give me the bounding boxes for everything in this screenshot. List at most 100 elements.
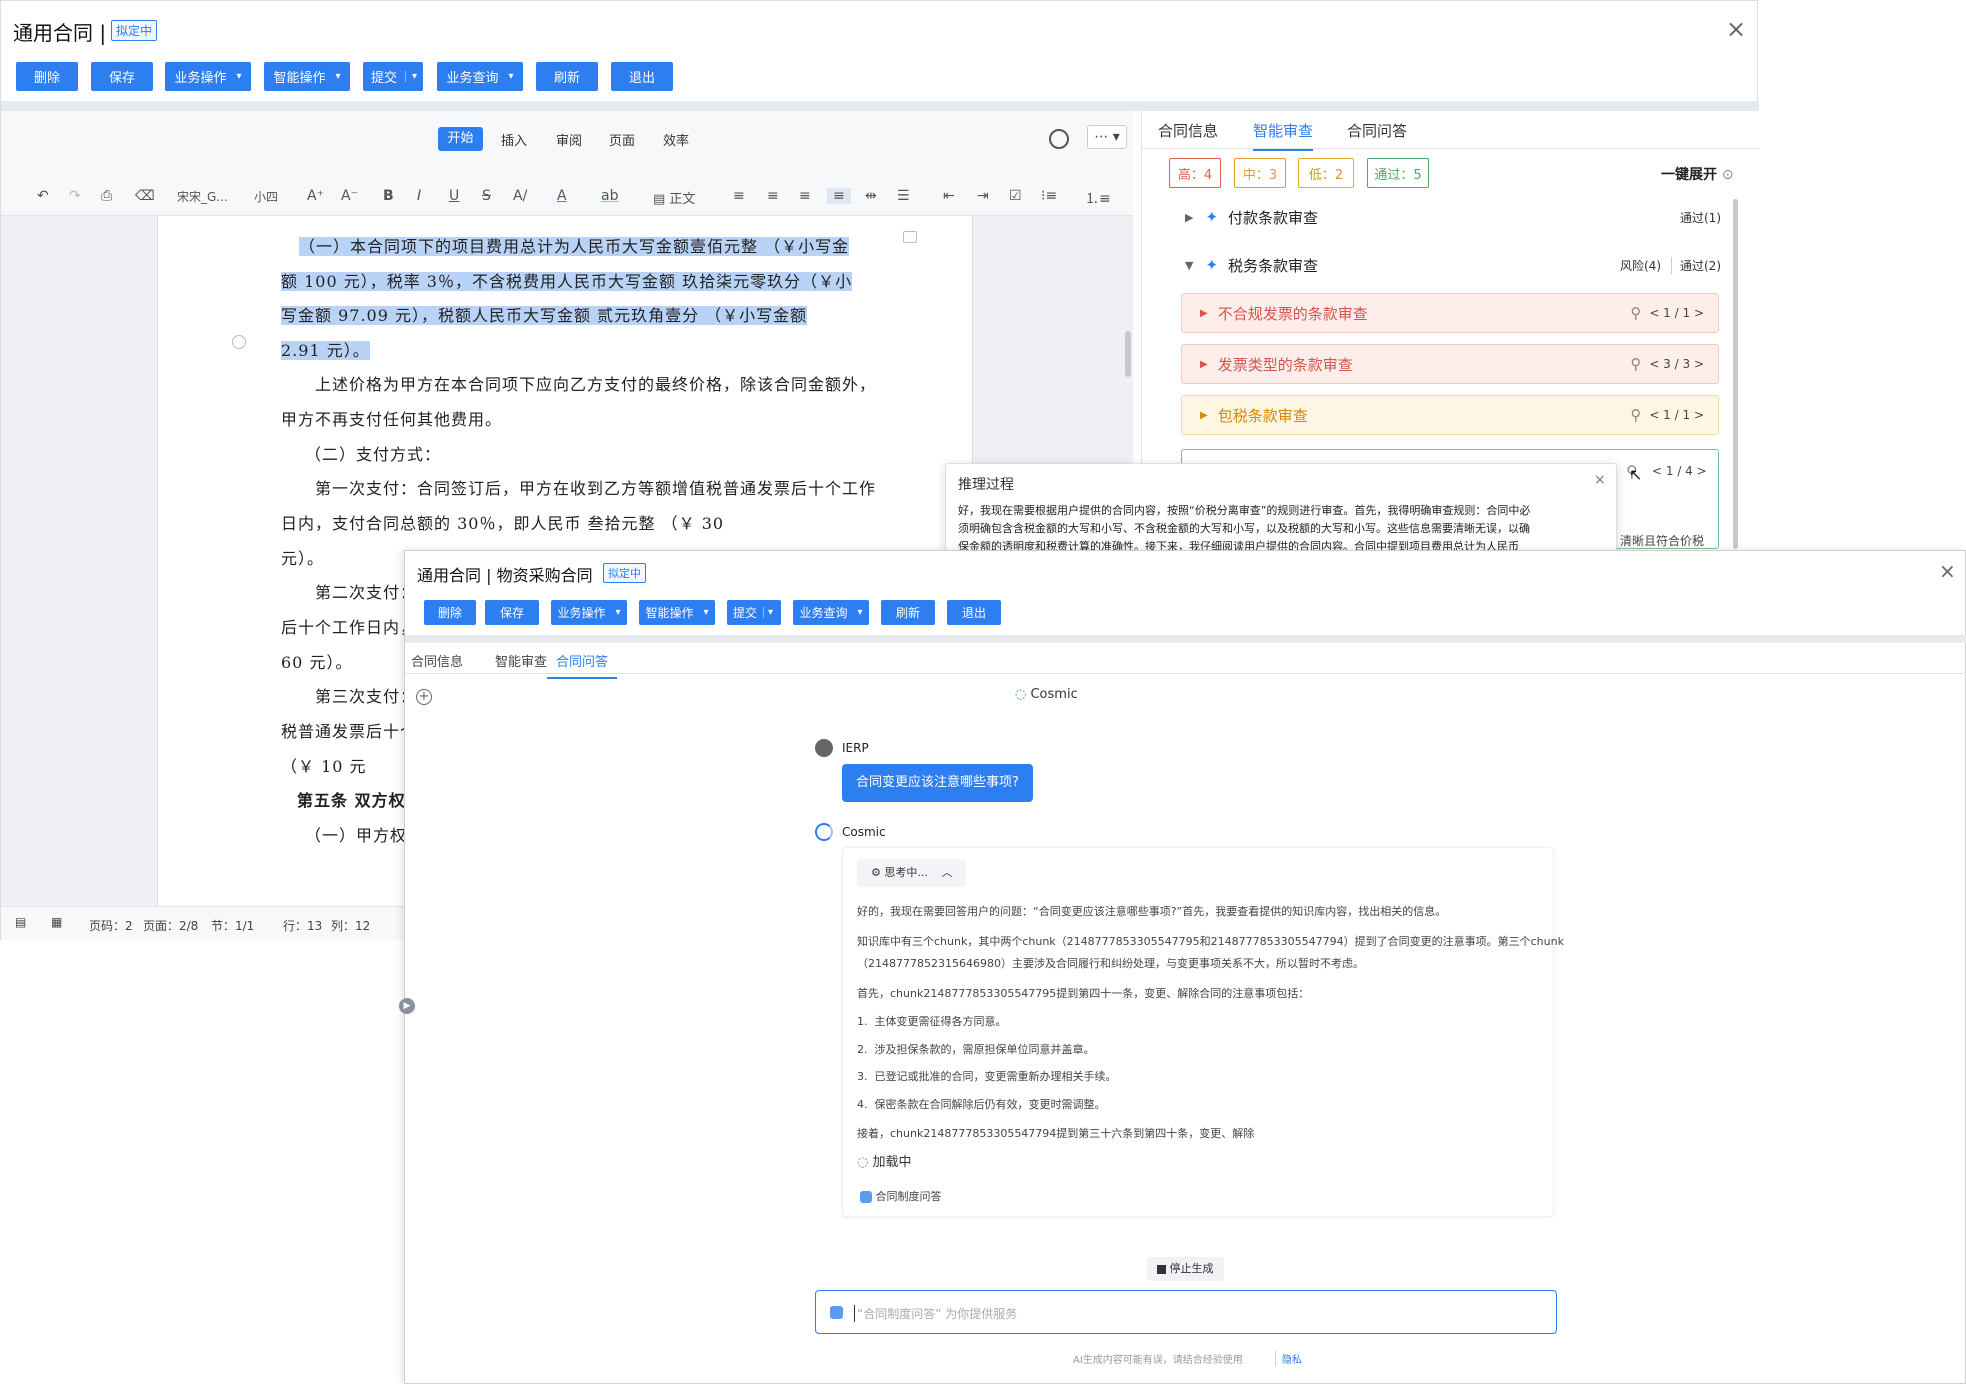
review-row-noncompliant-invoice[interactable]: ▶ 不合规发票的条款审查 ⚲ < 1 / 1 > — [1181, 293, 1719, 333]
delete-button[interactable]: 删除 — [16, 62, 78, 91]
business-ops-button[interactable]: 业务操作 ▾ — [551, 600, 627, 625]
refresh-button[interactable]: 刷新 — [536, 62, 598, 91]
shrink-font-icon[interactable]: A⁻ — [341, 188, 358, 204]
exit-button[interactable]: 退出 — [947, 600, 1001, 625]
tab-start[interactable]: 开始 — [438, 127, 483, 151]
row-count[interactable]: < 1 / 1 > — [1649, 306, 1704, 320]
ai-assistant-icon[interactable] — [1049, 129, 1069, 149]
tab-contract-qa[interactable]: 合同问答 — [1347, 120, 1407, 141]
submit-button[interactable]: 提交 ▾ — [363, 62, 423, 91]
status-badge: 拟定中 — [111, 20, 158, 41]
grow-font-icon[interactable]: A⁺ — [307, 188, 324, 204]
stop-generate-button[interactable]: 停止生成 — [1147, 1257, 1224, 1281]
undo-icon[interactable]: ↶ — [37, 188, 49, 204]
row-count[interactable]: < 1 / 1 > — [1649, 408, 1704, 422]
collapse-circle-icon[interactable] — [232, 335, 246, 349]
eraser-icon[interactable]: ⌫ — [135, 188, 155, 204]
row-count[interactable]: < 1 / 4 > — [1652, 464, 1707, 478]
outline-view-icon[interactable]: ▦ — [51, 915, 62, 929]
chat-input[interactable]: “合同制度问答” 为你提供服务 — [815, 1290, 1557, 1334]
align-left-icon[interactable]: ≡ — [733, 188, 745, 204]
save-button[interactable]: 保存 — [485, 600, 539, 625]
tab-insert[interactable]: 插入 — [501, 130, 527, 149]
business-ops-button[interactable]: 业务操作 ▾ — [165, 62, 251, 91]
close-icon[interactable]: × — [1939, 559, 1956, 583]
chevron-circle-icon: ⊙ — [1721, 167, 1734, 183]
tab-efficiency[interactable]: 效率 — [663, 130, 689, 149]
review-row-invoice-type[interactable]: ▶ 发票类型的条款审查 ⚲ < 3 / 3 > — [1181, 344, 1719, 384]
format-painter-icon[interactable]: ⎙ — [101, 188, 112, 204]
bulb-icon[interactable]: ⚲ — [1630, 304, 1641, 322]
chip-pass[interactable]: 通过：5 — [1367, 158, 1429, 188]
justify-icon[interactable]: ≡ — [827, 188, 851, 204]
exit-button[interactable]: 退出 — [611, 62, 673, 91]
delete-button[interactable]: 删除 — [424, 600, 476, 625]
font-size-select[interactable]: 小四 — [254, 188, 278, 205]
tab-page[interactable]: 页面 — [609, 130, 635, 149]
more-icon[interactable]: ⋯ ▾ — [1087, 125, 1127, 149]
doc-scrollbar[interactable] — [1125, 331, 1131, 377]
bulb-icon[interactable]: ⚲ — [1630, 355, 1641, 373]
answer-list-item: 3. 已登记或批准的合同，变更需重新办理相关手续。 — [857, 1070, 1117, 1083]
highlight-icon[interactable]: ab — [601, 188, 618, 204]
bulb-icon[interactable]: ⚲ — [1630, 406, 1641, 424]
row-count[interactable]: < 3 / 3 > — [1649, 357, 1704, 371]
underline-icon[interactable]: U — [449, 188, 459, 204]
popup-close-icon[interactable]: × — [1594, 472, 1606, 488]
review-group-payment[interactable]: ▶ ✦ 付款条款审查 通过(1) — [1169, 199, 1729, 235]
review-row-tax-inclusive[interactable]: ▶ 包税条款审查 ⚲ < 1 / 1 > — [1181, 395, 1719, 435]
font-color-icon[interactable]: A — [557, 188, 567, 204]
status-pages: 页面：2/8 — [143, 919, 199, 933]
checkbox-icon[interactable]: ☑ — [1009, 188, 1022, 204]
save-button[interactable]: 保存 — [91, 62, 153, 91]
status-col: 列：12 — [331, 919, 371, 933]
business-query-button[interactable]: 业务查询 ▾ — [437, 62, 523, 91]
bullet-list-icon[interactable]: ⁝≡ — [1041, 188, 1057, 204]
chip-mid[interactable]: 中：3 — [1234, 158, 1286, 188]
expand-side-icon[interactable]: ▶ — [399, 998, 415, 1014]
new-chat-icon[interactable]: + — [416, 689, 432, 705]
close-icon[interactable]: × — [1726, 15, 1746, 43]
page-view-icon[interactable]: ▤ — [15, 915, 26, 929]
doc-line: 税普通发票后十个 — [281, 722, 418, 741]
paragraph-style-select[interactable]: ▤ 正文 — [653, 188, 695, 207]
answer-list-item: 2. 涉及担保条款的，需原担保单位同意并盖章。 — [857, 1043, 1095, 1056]
panel-scrollbar[interactable] — [1733, 199, 1738, 549]
align-right-icon[interactable]: ≡ — [799, 188, 811, 204]
indent-decrease-icon[interactable]: ⇤ — [943, 188, 955, 204]
strikethrough-icon[interactable]: S — [482, 188, 491, 204]
tab-contract-qa[interactable]: 合同问答 — [547, 651, 617, 679]
font-select[interactable]: 宋宋_G... — [177, 188, 228, 205]
thinking-toggle[interactable]: ⚙ 思考中... ︿ — [857, 859, 967, 887]
redo-icon[interactable]: ↷ — [69, 188, 81, 204]
row-title: 包税条款审查 — [1217, 406, 1308, 425]
comment-icon[interactable] — [903, 231, 917, 243]
chevron-down-icon[interactable]: ▾ — [405, 71, 417, 82]
source-tag[interactable]: 合同制度问答 — [860, 1188, 942, 1204]
refresh-button[interactable]: 刷新 — [881, 600, 935, 625]
chip-high[interactable]: 高：4 — [1169, 158, 1221, 188]
tab-contract-info[interactable]: 合同信息 — [411, 651, 463, 670]
business-query-button[interactable]: 业务查询 ▾ — [793, 600, 869, 625]
bold-icon[interactable]: B — [383, 188, 394, 204]
smart-ops-button[interactable]: 智能操作 ▾ — [639, 600, 715, 625]
privacy-link[interactable]: 隐私 — [1275, 1351, 1302, 1366]
numbered-list-icon[interactable]: ⒈≡ — [1085, 188, 1111, 208]
tab-smart-review[interactable]: 智能审查 — [495, 651, 547, 670]
chip-low[interactable]: 低：2 — [1298, 158, 1354, 188]
chevron-down-icon[interactable]: ▾ — [763, 607, 773, 618]
smart-ops-button[interactable]: 智能操作 ▾ — [264, 62, 350, 91]
tab-review[interactable]: 审阅 — [556, 130, 582, 149]
doc-line-text: 2.91 元）。 — [281, 341, 370, 360]
tab-smart-review[interactable]: 智能审查 — [1253, 120, 1314, 151]
review-group-tax[interactable]: ▼ ✦ 税务条款审查 风险(4) 通过(2) — [1169, 247, 1729, 283]
indent-increase-icon[interactable]: ⇥ — [977, 188, 989, 204]
line-spacing-icon[interactable]: ☰ — [897, 188, 910, 204]
distribute-icon[interactable]: ⇹ — [865, 188, 877, 204]
submit-button[interactable]: 提交 ▾ — [727, 600, 781, 625]
tab-contract-info[interactable]: 合同信息 — [1158, 120, 1218, 141]
expand-all-button[interactable]: 一键展开 ⊙ — [1661, 164, 1734, 184]
italic-icon[interactable]: I — [417, 188, 421, 204]
align-center-icon[interactable]: ≡ — [767, 188, 779, 204]
font-effect-icon[interactable]: A/ — [513, 188, 527, 204]
